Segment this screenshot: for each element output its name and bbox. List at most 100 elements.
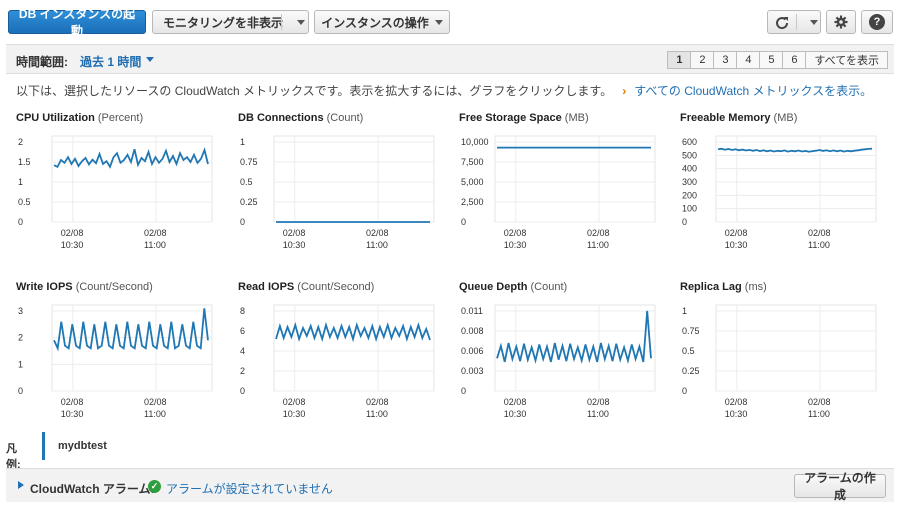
plot-area <box>494 135 656 223</box>
x-tick-time: 11:00 <box>366 409 388 417</box>
y-tick-label: 0 <box>461 217 466 227</box>
x-tick-date: 02/08 <box>504 228 527 238</box>
chevron-down-icon[interactable] <box>810 20 818 25</box>
all-metrics-link[interactable]: すべての CloudWatch メトリックスを表示。 <box>634 84 872 98</box>
x-tick-time: 11:00 <box>366 240 388 248</box>
page-button-1[interactable]: 1 <box>667 51 692 69</box>
x-tick-date: 02/08 <box>144 228 167 238</box>
y-tick-label: 5,000 <box>461 177 484 187</box>
y-tick-label: 1.5 <box>18 157 31 167</box>
y-tick-label: 4 <box>240 346 245 356</box>
y-tick-label: 0 <box>240 217 245 227</box>
y-tick-label: 0.25 <box>682 366 700 376</box>
chart-unit: (MB) <box>773 112 798 124</box>
metric-chart[interactable]: DB Connections (Count) 1 0.75 0.5 0.25 0 02/08… <box>238 112 453 252</box>
metric-chart[interactable]: Free Storage Space (MB) 10,000 7,500 5,000 2… <box>459 112 674 252</box>
launch-db-instance-button[interactable]: DB インスタンスの起動 <box>8 7 146 38</box>
chart-svg: 2 1.5 1 0.5 0 02/08 10:30 02/08 11:00 <box>18 135 213 248</box>
x-tick-date: 02/08 <box>61 228 84 238</box>
chart-title-text: CPU Utilization <box>16 112 98 124</box>
y-tick-label: 0.75 <box>682 326 700 336</box>
check-circle-icon: ✓ <box>148 480 161 493</box>
time-range-bar: 時間範囲: 過去 1 時間 1 2 3 4 5 6 すべてを表示 <box>6 44 894 74</box>
time-range-label: 時間範囲: <box>16 55 68 69</box>
expand-triangle-icon[interactable] <box>18 481 24 489</box>
refresh-button[interactable] <box>767 10 821 34</box>
alarm-bar: CloudWatch アラーム: ✓ アラームが設定されていません アラームの作… <box>6 468 894 502</box>
monitoring-toggle-button[interactable]: モニタリングを非表示 <box>152 10 309 34</box>
chart-title: DB Connections (Count) <box>238 112 363 124</box>
chart-svg: 0.011 0.008 0.006 0.003 0 02/08 10:30 02/08 11:0… <box>461 304 656 417</box>
chart-title: Free Storage Space (MB) <box>459 112 589 124</box>
chart-svg: 600 500 400 300 200 100 0 02/08 10:30 02/08 11:00 <box>682 135 877 248</box>
metric-chart[interactable]: Freeable Memory (MB) 600 500 400 300 200 100 0 0… <box>680 112 895 252</box>
chevron-right-icon: › <box>622 84 627 98</box>
instance-actions-label: インスタンスの操作 <box>321 15 429 30</box>
legend-swatch <box>42 432 45 460</box>
metric-chart[interactable]: Read IOPS (Count/Second) 8 6 4 2 0 02/08 10:30 0… <box>238 281 453 421</box>
chart-title-text: Freeable Memory <box>680 112 774 124</box>
y-tick-label: 0 <box>18 386 23 396</box>
metric-chart[interactable]: Replica Lag (ms) 1 0.75 0.5 0.25 0 02/08 10:30 0… <box>680 281 895 421</box>
alarm-status-link[interactable]: アラームが設定されていません <box>166 480 333 497</box>
time-range-select[interactable]: 過去 1 時間 <box>80 53 141 70</box>
instance-actions-button[interactable]: インスタンスの操作 <box>314 10 450 34</box>
x-tick-time: 10:30 <box>283 240 306 248</box>
split-divider <box>281 14 282 30</box>
plot-area <box>273 304 435 392</box>
y-tick-label: 400 <box>682 164 697 174</box>
y-tick-label: 0 <box>18 217 23 227</box>
x-tick-date: 02/08 <box>725 397 748 407</box>
plot-area <box>51 135 213 223</box>
chart-title-text: Free Storage Space <box>459 112 565 124</box>
page-button-2[interactable]: 2 <box>690 51 715 69</box>
chart-unit: (MB) <box>564 112 589 124</box>
y-tick-label: 1 <box>18 359 23 369</box>
x-tick-time: 11:00 <box>587 409 609 417</box>
y-tick-label: 0.5 <box>18 197 31 207</box>
x-tick-time: 10:30 <box>504 240 527 248</box>
metric-chart[interactable]: CPU Utilization (Percent) 2 1.5 1 0.5 0 02/08 1… <box>16 112 231 252</box>
y-tick-label: 0.75 <box>240 157 258 167</box>
y-tick-label: 0.25 <box>240 197 258 207</box>
split-divider <box>796 14 797 30</box>
y-tick-label: 600 <box>682 137 697 147</box>
settings-button[interactable] <box>826 10 856 34</box>
page-button-5[interactable]: 5 <box>759 51 784 69</box>
x-tick-date: 02/08 <box>587 397 610 407</box>
metric-chart[interactable]: Write IOPS (Count/Second) 3 2 1 0 02/08 10:30 0… <box>16 281 231 421</box>
x-tick-date: 02/08 <box>283 228 306 238</box>
chart-title: CPU Utilization (Percent) <box>16 112 143 124</box>
chart-unit: (Count/Second) <box>297 281 375 293</box>
y-tick-label: 200 <box>682 190 697 200</box>
chart-title-text: DB Connections <box>238 112 327 124</box>
chart-title: Write IOPS (Count/Second) <box>16 281 153 293</box>
create-alarm-button[interactable]: アラームの作成 <box>794 471 886 502</box>
y-tick-label: 10,000 <box>461 137 489 147</box>
x-tick-time: 10:30 <box>725 409 748 417</box>
x-tick-time: 11:00 <box>587 240 609 248</box>
page-button-3[interactable]: 3 <box>713 51 738 69</box>
page-button-4[interactable]: 4 <box>736 51 761 69</box>
y-tick-label: 2 <box>18 137 23 147</box>
help-button[interactable]: ? <box>861 10 893 34</box>
y-tick-label: 0 <box>682 386 687 396</box>
chevron-down-icon[interactable] <box>146 57 154 62</box>
legend-series-name: mydbtest <box>58 440 107 452</box>
chevron-down-icon[interactable] <box>297 20 305 25</box>
page-button-6[interactable]: 6 <box>782 51 807 69</box>
chart-title: Queue Depth (Count) <box>459 281 567 293</box>
chart-title: Read IOPS (Count/Second) <box>238 281 374 293</box>
chart-svg: 10,000 7,500 5,000 2,500 0 02/08 10:30 02/08 11:… <box>461 135 656 248</box>
x-tick-date: 02/08 <box>587 228 610 238</box>
y-tick-label: 500 <box>682 150 697 160</box>
show-all-button[interactable]: すべてを表示 <box>805 51 888 69</box>
y-tick-label: 0.5 <box>682 346 695 356</box>
metric-chart[interactable]: Queue Depth (Count) 0.011 0.008 0.006 0.003 0… <box>459 281 674 421</box>
y-tick-label: 6 <box>240 326 245 336</box>
chevron-down-icon <box>434 19 443 25</box>
x-tick-time: 10:30 <box>725 240 748 248</box>
x-tick-date: 02/08 <box>366 397 389 407</box>
description-text: 以下は、選択したリソースの CloudWatch メトリックスです。表示を拡大す… <box>16 84 613 98</box>
description: 以下は、選択したリソースの CloudWatch メトリックスです。表示を拡大す… <box>16 82 872 99</box>
